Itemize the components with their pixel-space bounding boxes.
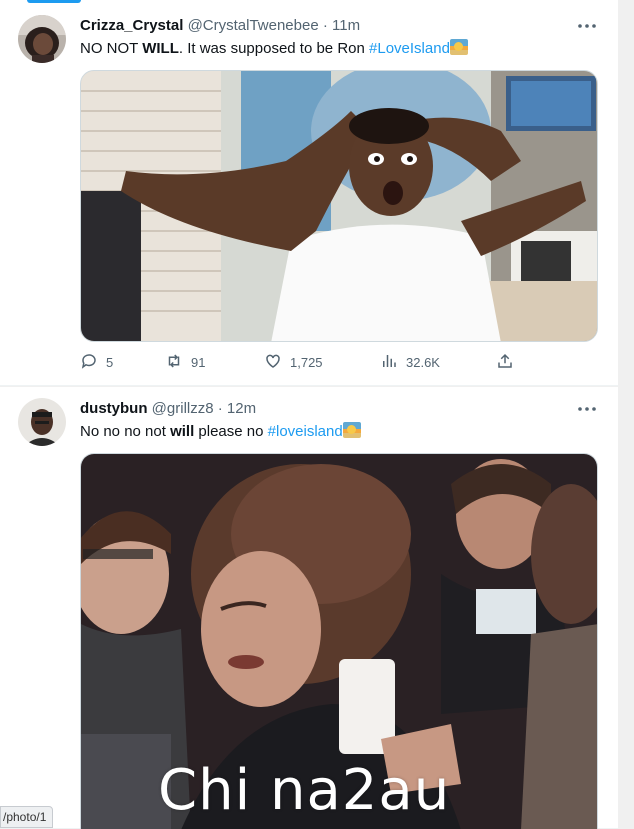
tweet-media[interactable] xyxy=(80,70,598,342)
text-segment: NO NOT xyxy=(80,40,143,57)
page: Crizza_Crystal @CrystalTwenebee · 11m NO… xyxy=(0,0,634,829)
text-bold: will xyxy=(170,423,195,440)
hashtag-link[interactable]: #loveisland xyxy=(268,423,343,440)
avatar[interactable] xyxy=(18,15,66,63)
timestamp[interactable]: 12m xyxy=(227,400,256,417)
tweet-text: NO NOT WILL. It was supposed to be Ron #… xyxy=(80,39,468,59)
views-icon xyxy=(380,352,398,373)
avatar[interactable] xyxy=(18,398,66,446)
display-name[interactable]: Crizza_Crystal xyxy=(80,17,183,34)
timestamp[interactable]: 11m xyxy=(332,17,360,34)
retweet-count: 91 xyxy=(191,354,206,370)
text-bold: WILL xyxy=(142,40,179,57)
more-icon[interactable] xyxy=(576,401,598,417)
tweet-text: No no no not will please no #loveisland xyxy=(80,422,361,442)
separator: · xyxy=(322,17,328,34)
handle[interactable]: @CrystalTwenebee xyxy=(188,17,319,34)
like-count: 1,725 xyxy=(290,354,323,370)
island-emoji xyxy=(449,39,468,55)
tab-indicator xyxy=(27,0,81,3)
text-segment: . It was supposed to be Ron xyxy=(178,40,370,57)
share-icon xyxy=(496,352,514,373)
shocked-man-photo xyxy=(81,71,597,341)
tweet-header: Crizza_Crystal @CrystalTwenebee · 11m xyxy=(80,17,360,35)
display-name[interactable]: dustybun xyxy=(80,400,148,417)
reply-button[interactable]: 5 xyxy=(80,352,113,372)
view-count: 32.6K xyxy=(406,354,440,370)
handle[interactable]: @grillzz8 xyxy=(152,400,214,417)
retweet-button[interactable]: 91 xyxy=(165,352,205,372)
watermark: Chi na2au xyxy=(158,758,451,823)
hashtag-link[interactable]: #LoveIsland xyxy=(369,40,450,57)
separator: · xyxy=(217,400,223,417)
reply-count: 5 xyxy=(106,354,114,370)
like-button[interactable]: 1,725 xyxy=(264,352,323,372)
tweet-header: dustybun @grillzz8 · 12m xyxy=(80,400,256,418)
heart-icon xyxy=(264,352,282,373)
scroll-gutter xyxy=(618,0,634,829)
more-icon[interactable] xyxy=(576,18,598,34)
share-button[interactable] xyxy=(496,352,514,372)
text-segment: please no xyxy=(194,423,268,440)
retweet-icon xyxy=(165,352,183,373)
status-url: /photo/1 xyxy=(0,806,54,828)
island-emoji xyxy=(342,422,361,438)
views-button[interactable]: 32.6K xyxy=(380,352,440,372)
reply-icon xyxy=(80,352,98,373)
tweet-actions: 5 91 1,725 32.6K xyxy=(80,352,520,372)
tweet[interactable]: Crizza_Crystal @CrystalTwenebee · 11m NO… xyxy=(0,4,618,386)
text-segment: No no no not xyxy=(80,423,171,440)
